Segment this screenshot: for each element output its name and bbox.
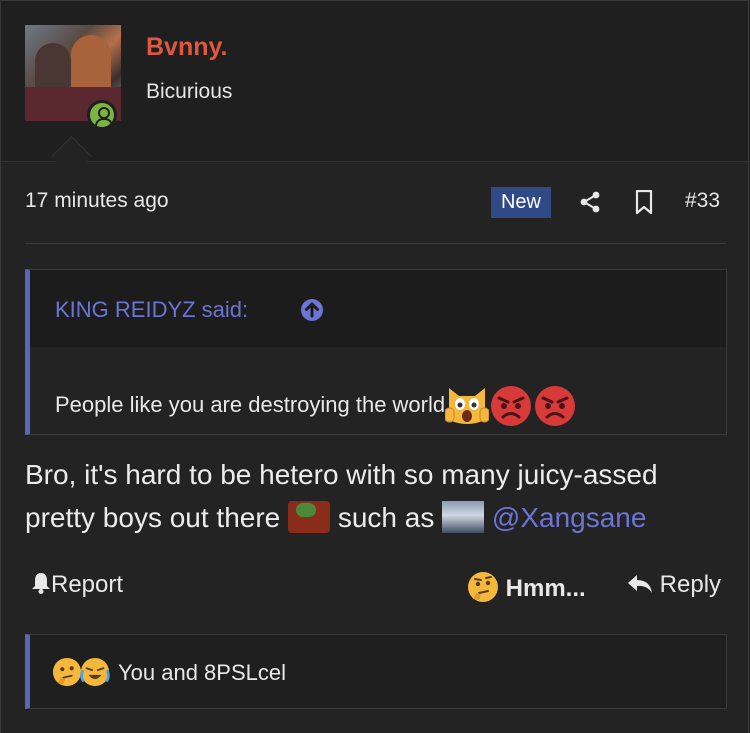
post-number-link[interactable]: #33 — [685, 189, 720, 213]
pepe-emote-image — [288, 501, 331, 533]
angry-face-icon — [491, 386, 532, 426]
bookmark-icon[interactable] — [635, 190, 653, 215]
thinking-face-icon — [468, 572, 498, 602]
post-timestamp[interactable]: 17 minutes ago — [25, 189, 169, 213]
username[interactable]: Bvnny. — [146, 33, 228, 62]
angry-face-icon — [535, 386, 576, 426]
reaction-button[interactable]: Hmm... — [467, 571, 586, 603]
quote-block: KING REIDYZ said: People like you are de… — [25, 269, 727, 435]
reactions-bar[interactable]: You and 8PSLcel — [25, 634, 727, 709]
quote-author[interactable]: KING REIDYZ said: — [55, 297, 248, 323]
post-body: Bro, it's hard to be hetero with so many… — [25, 453, 725, 539]
share-icon[interactable] — [578, 190, 602, 214]
post-text-2: such as — [337, 502, 435, 533]
new-badge: New — [491, 187, 551, 218]
reaction-label: Hmm... — [505, 575, 586, 602]
scared-cat-icon — [445, 388, 490, 424]
thinking-face-icon — [52, 657, 82, 687]
arrow-up-circle-icon[interactable] — [300, 298, 324, 322]
user-title: Bicurious — [146, 80, 233, 103]
divider — [25, 243, 726, 244]
mention-avatar-image — [442, 501, 485, 533]
quote-text: People like you are destroying the world — [55, 391, 446, 417]
online-status-icon — [87, 100, 117, 130]
crying-face-icon — [80, 657, 110, 687]
report-button[interactable]: Report — [31, 571, 123, 599]
reply-arrow-icon — [628, 575, 652, 593]
reactions-summary[interactable]: You and 8PSLcel — [118, 660, 286, 686]
quote-body: People like you are destroying the world — [55, 384, 577, 428]
bell-icon — [32, 573, 50, 594]
reply-label: Reply — [659, 571, 722, 598]
reply-button[interactable]: Reply — [627, 571, 721, 599]
message-post: Bvnny. Bicurious 17 minutes ago New #33 … — [0, 0, 749, 733]
user-mention-link[interactable]: @Xangsane — [492, 502, 647, 533]
user-block: Bvnny. Bicurious — [1, 1, 748, 162]
quote-header: KING REIDYZ said: — [30, 270, 726, 347]
report-label: Report — [51, 571, 124, 598]
